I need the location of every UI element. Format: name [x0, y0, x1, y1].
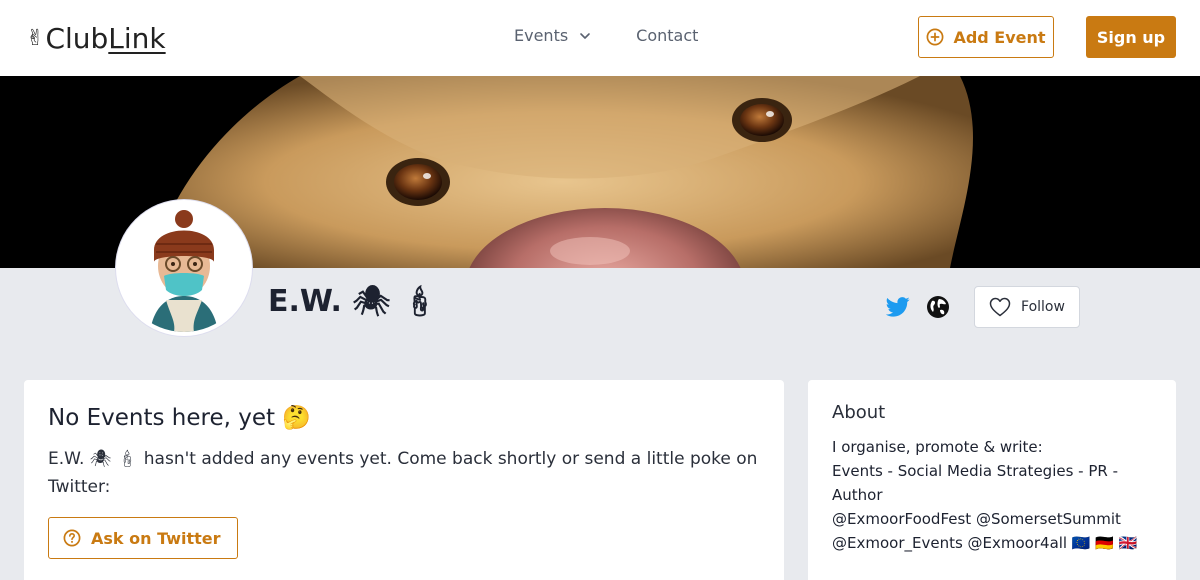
- globe-icon[interactable]: [926, 295, 950, 319]
- heart-icon: [989, 297, 1011, 317]
- question-circle-icon: [63, 529, 81, 547]
- add-event-button[interactable]: Add Event: [918, 16, 1054, 58]
- about-title: About: [832, 402, 886, 423]
- site-header: ✌ Club Link Events Contact Add Event Sign…: [0, 0, 1200, 76]
- follow-label: Follow: [1021, 299, 1065, 315]
- chevron-down-icon: [580, 32, 590, 39]
- nav-events-label: Events: [514, 26, 569, 45]
- profile-name: E.W. 🕷 🕯: [268, 284, 439, 319]
- ask-on-twitter-label: Ask on Twitter: [91, 528, 221, 548]
- victory-hand-icon: ✌: [26, 26, 45, 51]
- follow-button[interactable]: Follow: [974, 286, 1080, 328]
- events-empty-title: No Events here, yet 🤔: [48, 405, 311, 431]
- logo-text-club: Club: [45, 22, 109, 55]
- add-event-label: Add Event: [953, 27, 1046, 47]
- nav-contact-link[interactable]: Contact: [636, 26, 698, 45]
- main-nav: Events Contact: [514, 26, 698, 45]
- about-line: @ExmoorFoodFest @SomersetSummit @Exmoor_…: [832, 510, 1138, 552]
- about-line: Events - Social Media Strategies - PR - …: [832, 462, 1118, 504]
- clublink-logo[interactable]: ✌ Club Link: [26, 22, 166, 55]
- plus-circle-icon: [926, 28, 944, 46]
- twitter-icon[interactable]: [886, 296, 910, 318]
- ask-on-twitter-button[interactable]: Ask on Twitter: [48, 517, 238, 559]
- avatar-memoji-image: [120, 204, 248, 332]
- logo-text-link: Link: [108, 22, 166, 55]
- about-text: I organise, promote & write: Events - So…: [832, 435, 1152, 555]
- nav-events-dropdown[interactable]: Events: [514, 26, 592, 45]
- events-empty-text: E.W. 🕷 🕯 hasn't added any events yet. Co…: [48, 449, 758, 497]
- about-line: I organise, promote & write:: [832, 438, 1043, 456]
- about-card: About I organise, promote & write: Event…: [808, 380, 1176, 580]
- sign-up-button[interactable]: Sign up: [1086, 16, 1176, 58]
- events-card: No Events here, yet 🤔 E.W. 🕷 🕯 hasn't ad…: [24, 380, 784, 580]
- profile-avatar: [116, 200, 252, 336]
